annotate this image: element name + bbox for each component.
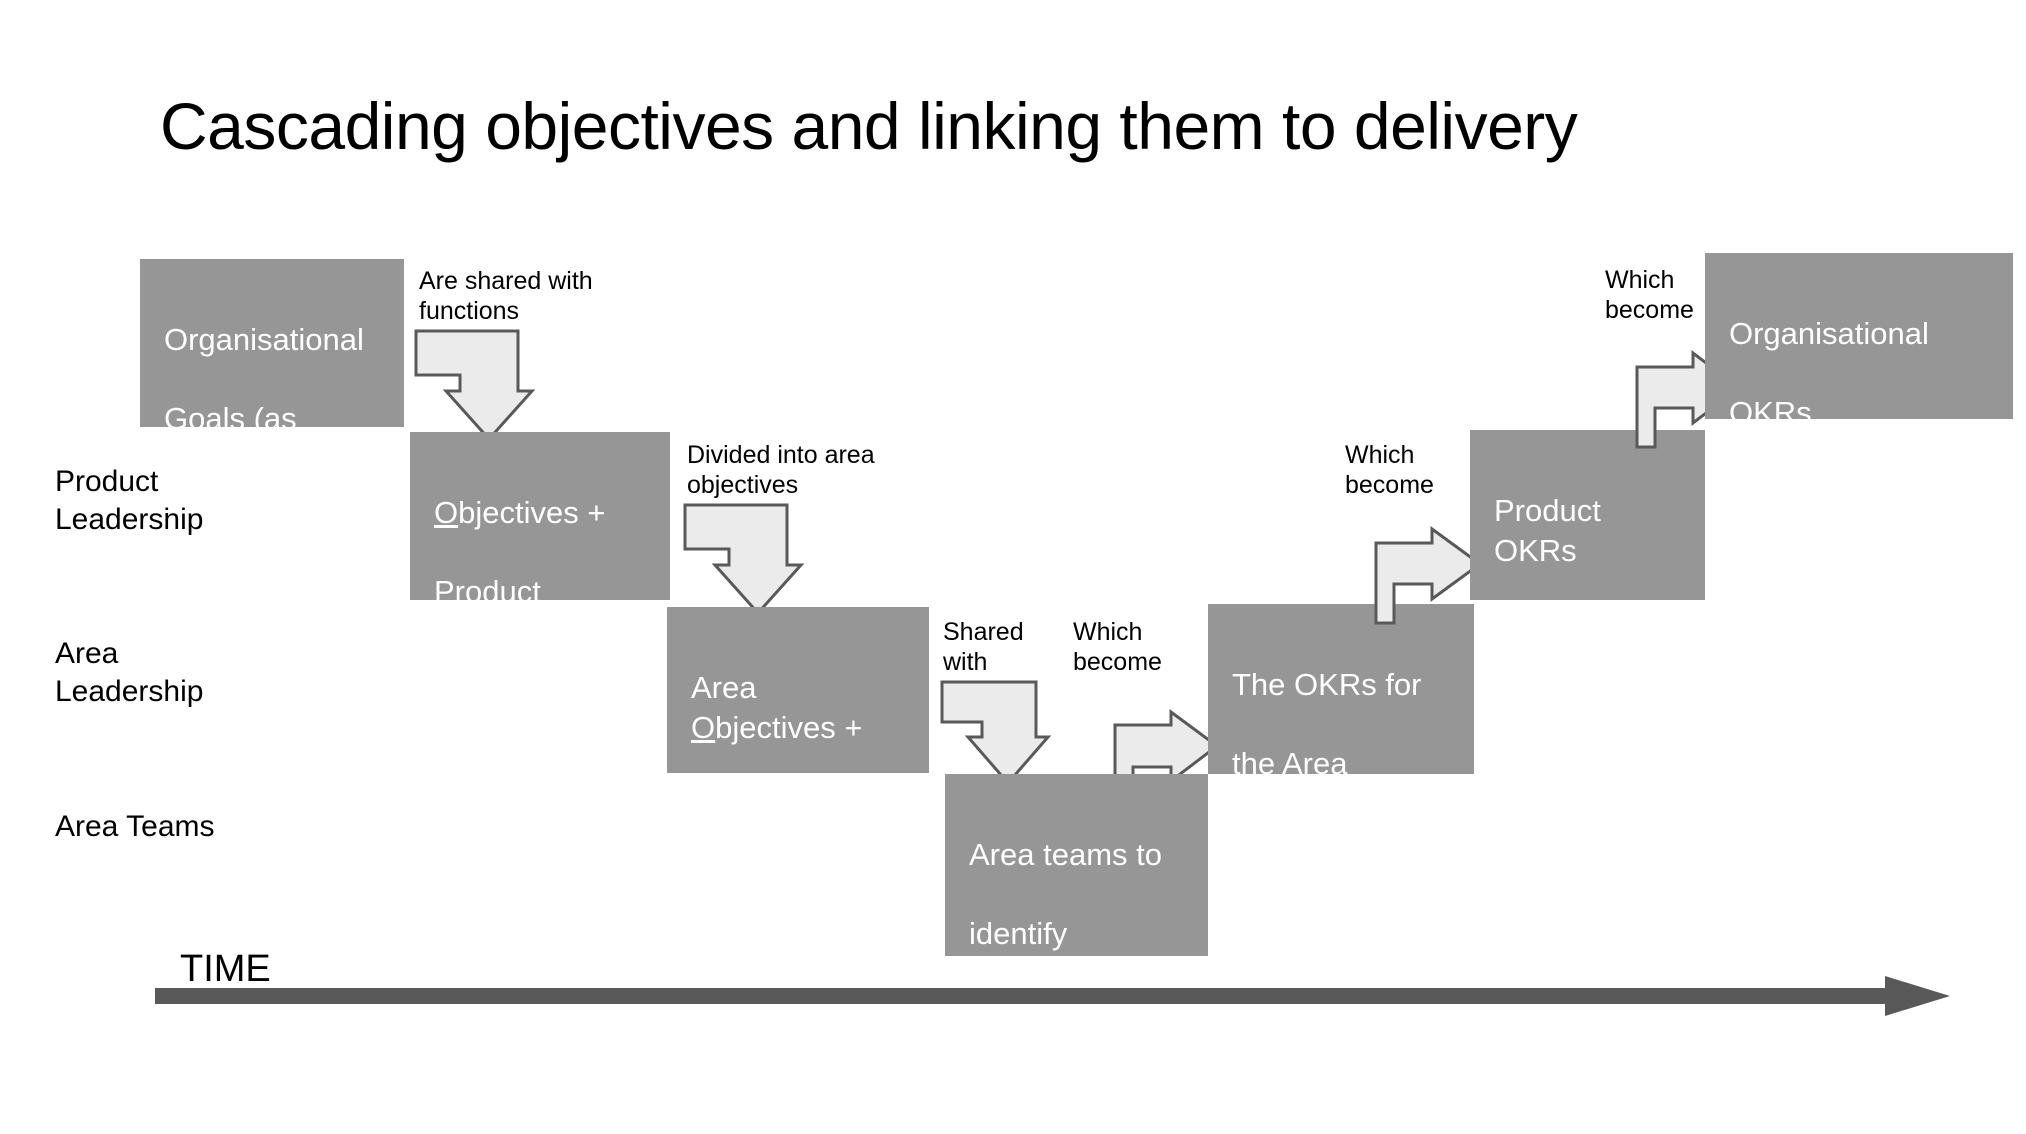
box-line: bjectives + — [715, 709, 863, 745]
page-title: Cascading objectives and linking them to… — [160, 89, 1578, 163]
box-organisational-okrs: Organisational OKRs — [1705, 253, 2013, 430]
caption-which-become-org: Which become — [1605, 266, 1694, 324]
caption-shared-with: Shared with — [943, 618, 1024, 676]
time-axis-arrow-icon — [155, 972, 1955, 1020]
row-label-area-leadership: Area Leadership — [55, 637, 204, 709]
bent-arrow-right-icon — [1374, 498, 1484, 625]
box-objectives-product-strategy: Objectives + Product strategy and vision — [410, 432, 670, 727]
caption-which-become-area: Which become — [1073, 618, 1162, 676]
caption-which-become-product: Which become — [1345, 441, 1434, 499]
box-line: bjectives + — [458, 495, 606, 531]
box-line: Goals (as — [164, 401, 297, 437]
box-line: bjectives) — [188, 479, 320, 515]
box-line: Area teams to — [969, 837, 1162, 873]
box-line: Area — [691, 670, 757, 706]
box-line: Organisational — [1729, 316, 1929, 352]
box-line: and vision — [434, 692, 574, 728]
box-line-underlined: O — [164, 479, 189, 515]
bent-arrow-down-icon — [414, 329, 536, 442]
box-line: Organisational — [164, 322, 364, 358]
box-area-teams-missions: Area teams to identify missions and key … — [945, 774, 1208, 1069]
box-organisational-goals: Organisational Goals (as Objectives) — [140, 259, 404, 515]
box-line: The OKRs for — [1232, 667, 1422, 703]
box-line: and key results — [969, 1034, 1178, 1070]
caption-are-shared-with-functions: Are shared with functions — [419, 267, 593, 325]
box-line: Area’s vision and — [691, 788, 867, 863]
box-line: Product strategy — [434, 574, 545, 649]
box-line-underlined: O — [691, 709, 716, 745]
row-label-area-teams: Area Teams — [55, 810, 215, 843]
box-okrs-for-the-area: The OKRs for the Area — [1208, 604, 1474, 781]
slide-canvas: Cascading objectives and linking them to… — [0, 0, 2026, 1134]
box-product-okrs: Product OKRs — [1470, 430, 1705, 600]
box-line: purpose — [691, 906, 804, 942]
bent-arrow-down-icon — [683, 503, 805, 616]
caption-divided-into-area-objectives: Divided into area objectives — [687, 441, 875, 499]
box-line: the Area — [1232, 746, 1348, 782]
box-line: Product OKRs — [1494, 493, 1601, 568]
box-area-objectives: Area Objectives + Area’s vision and purp… — [667, 607, 929, 942]
box-line-underlined: O — [434, 495, 459, 531]
bent-arrow-down-icon — [940, 680, 1052, 786]
box-line: OKRs — [1729, 395, 1812, 431]
